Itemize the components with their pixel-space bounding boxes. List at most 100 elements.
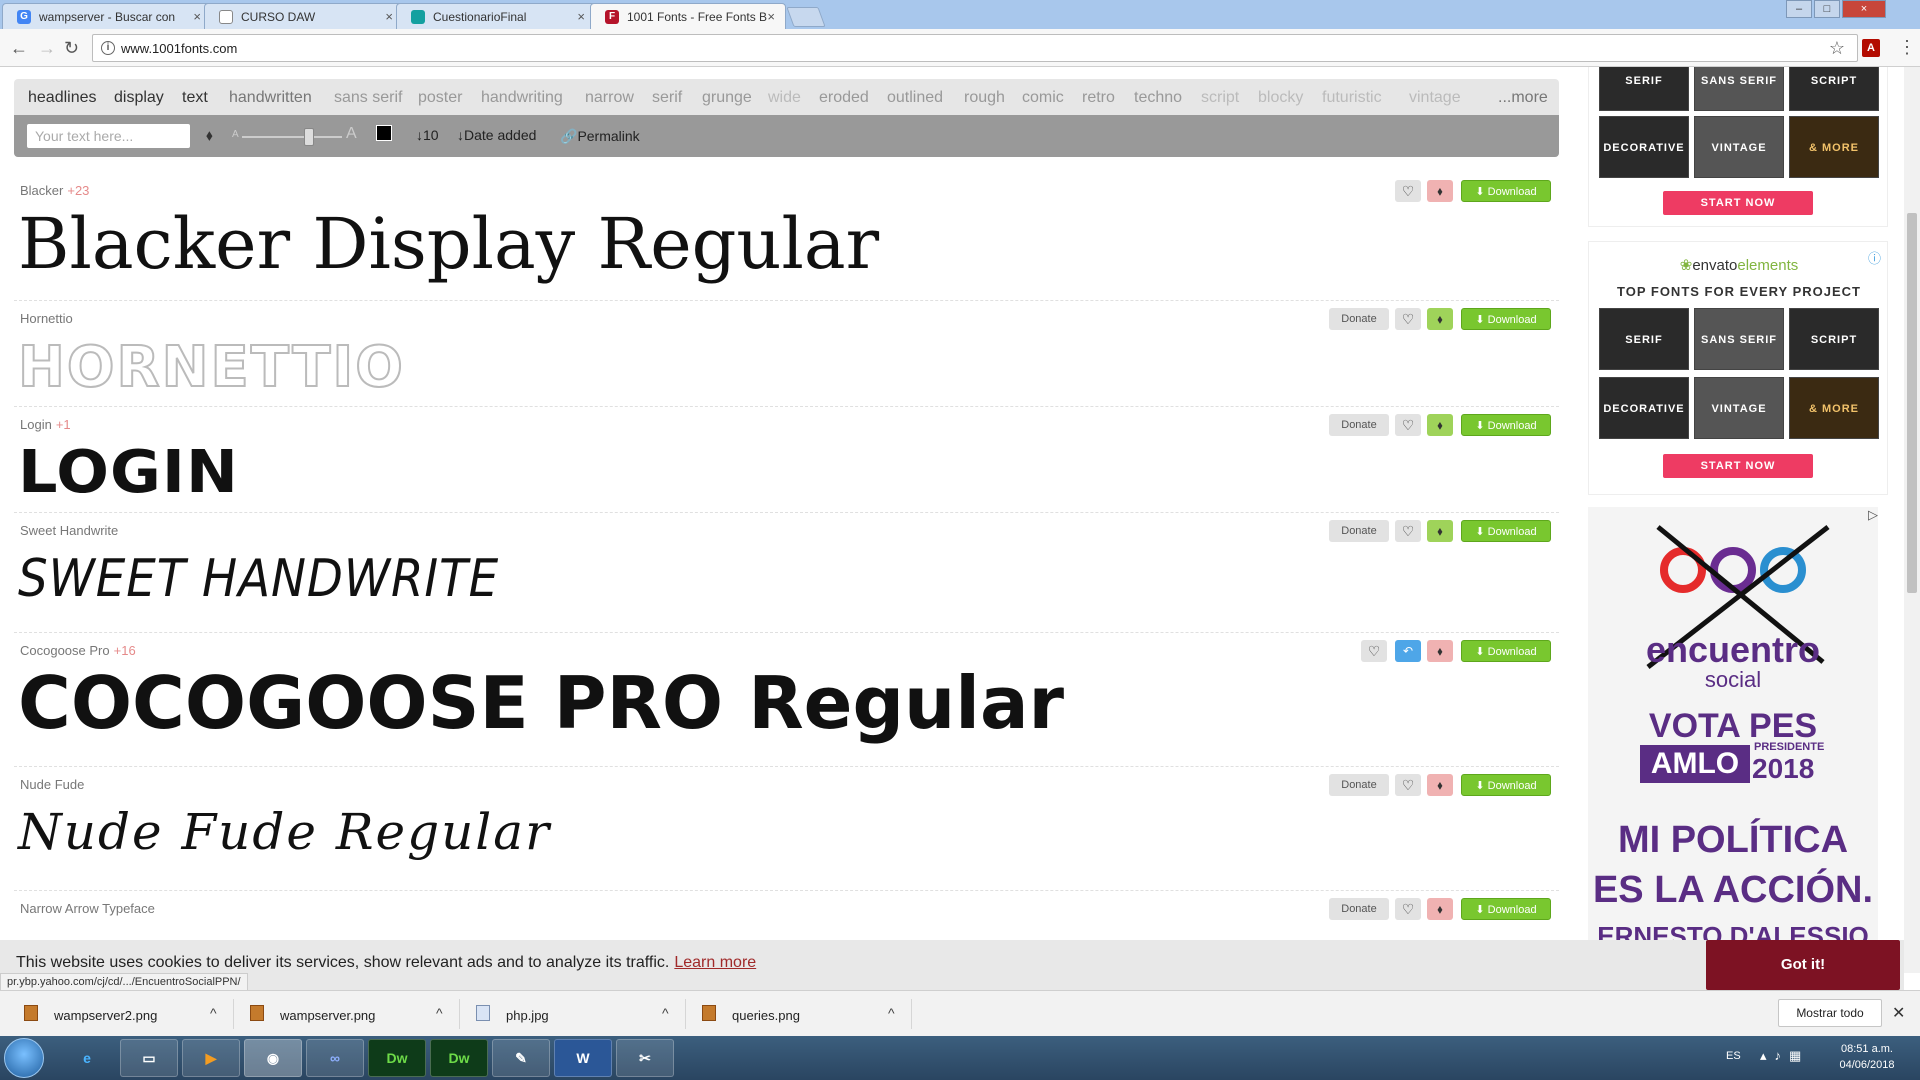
chevron-up-icon[interactable]: ^ (888, 1005, 895, 1021)
font-preview[interactable]: COCOGOOSE PRO Regular (18, 661, 1064, 745)
ad-tile[interactable]: DECORATIVE (1599, 116, 1689, 178)
tag-button-icon[interactable]: ⬧ (1427, 640, 1453, 662)
per-page-count[interactable]: ↓10 (416, 127, 439, 143)
category-link[interactable]: blocky (1258, 89, 1303, 107)
heart-icon[interactable]: ♡ (1395, 308, 1421, 330)
file-explorer-icon[interactable]: ▭ (120, 1039, 178, 1077)
heart-icon[interactable]: ♡ (1395, 520, 1421, 542)
download-button[interactable]: ⬇ Download (1461, 180, 1551, 202)
category-link[interactable]: display (114, 89, 164, 107)
dreamweaver-icon[interactable]: Dw (430, 1039, 488, 1077)
link-app-icon[interactable]: ∞ (306, 1039, 364, 1077)
start-now-button[interactable]: START NOW (1663, 454, 1813, 478)
got-it-button[interactable]: Got it! (1706, 940, 1900, 990)
category-link[interactable]: serif (652, 89, 682, 107)
forward-icon[interactable]: → (38, 38, 56, 59)
heart-icon[interactable]: ♡ (1395, 180, 1421, 202)
show-all-downloads-button[interactable]: Mostrar todo (1778, 999, 1882, 1027)
tag-button-icon[interactable]: ⬧ (1427, 898, 1453, 920)
category-link[interactable]: vintage (1409, 89, 1461, 107)
chevron-up-icon[interactable]: ^ (662, 1005, 669, 1021)
download-button[interactable]: ⬇ Download (1461, 414, 1551, 436)
paint-icon[interactable]: ✎ (492, 1039, 550, 1077)
category-link[interactable]: headlines (28, 89, 97, 107)
share-icon[interactable]: ↶ (1395, 640, 1421, 662)
font-name[interactable]: Login +1 (20, 417, 71, 432)
category-link[interactable]: outlined (887, 89, 943, 107)
foreground-color-swatch[interactable] (376, 125, 392, 141)
heart-icon[interactable]: ♡ (1395, 774, 1421, 796)
category-link[interactable]: wide (768, 89, 801, 107)
font-preview[interactable]: HORNETTIO (17, 334, 405, 401)
category-link[interactable]: rough (964, 89, 1005, 107)
category-link[interactable]: script (1201, 89, 1239, 107)
envato-ad-top[interactable]: SERIF SANS SERIF SCRIPT DECORATIVE VINTA… (1588, 67, 1888, 227)
font-preview[interactable]: LOGIN (18, 437, 239, 506)
heart-icon[interactable]: ♡ (1395, 898, 1421, 920)
ad-tile[interactable]: & MORE (1789, 377, 1879, 439)
font-name[interactable]: Blacker +23 (20, 183, 89, 198)
ad-tile[interactable]: VINTAGE (1694, 377, 1784, 439)
preview-text-input[interactable] (27, 124, 190, 148)
download-filename[interactable]: queries.png (732, 1008, 800, 1023)
tab-1001fonts[interactable]: F 1001 Fonts - Free Fonts B × (590, 3, 786, 29)
font-name[interactable]: Hornettio (20, 311, 73, 326)
font-size-slider[interactable] (242, 128, 342, 146)
download-button[interactable]: ⬇ Download (1461, 898, 1551, 920)
tag-button-icon[interactable]: ⬧ (1427, 180, 1453, 202)
scroll-thumb[interactable] (1907, 213, 1917, 593)
tab-curso-daw[interactable]: CURSO DAW × (204, 3, 404, 29)
url-text[interactable]: www.1001fonts.com (121, 41, 237, 56)
sort-date-added[interactable]: ↓Date added (457, 127, 536, 143)
ad-tile[interactable]: SCRIPT (1789, 67, 1879, 111)
font-preview[interactable]: Blacker Display Regular (18, 203, 879, 285)
system-clock[interactable]: 08:51 a.m. 04/06/2018 (1832, 1041, 1902, 1073)
category-link[interactable]: text (182, 89, 208, 107)
new-tab-button[interactable] (786, 7, 826, 27)
donate-button[interactable]: Donate (1329, 774, 1389, 796)
category-link[interactable]: poster (418, 89, 462, 107)
ad-tile[interactable]: SERIF (1599, 67, 1689, 111)
close-icon[interactable]: × (193, 9, 201, 24)
donate-button[interactable]: Donate (1329, 308, 1389, 330)
tray-icons[interactable]: ▴♪▦ (1760, 1048, 1809, 1064)
tab-wampserver[interactable]: G wampserver - Buscar con × (2, 3, 212, 29)
back-icon[interactable]: ← (10, 38, 28, 59)
internet-explorer-icon[interactable]: e (58, 1039, 116, 1077)
category-link[interactable]: comic (1022, 89, 1064, 107)
tag-button-icon[interactable]: ⬧ (1427, 308, 1453, 330)
color-picker[interactable] (376, 125, 402, 151)
heart-icon[interactable]: ♡ (1361, 640, 1387, 662)
reload-icon[interactable]: ↻ (64, 38, 79, 59)
download-button[interactable]: ⬇ Download (1461, 520, 1551, 542)
donate-button[interactable]: Donate (1329, 414, 1389, 436)
ad-tile[interactable]: SERIF (1599, 308, 1689, 370)
download-filename[interactable]: php.jpg (506, 1008, 549, 1023)
adchoices-icon[interactable]: ▷ (1868, 507, 1878, 523)
start-now-button[interactable]: START NOW (1663, 191, 1813, 215)
political-ad[interactable]: ▷ encuentro social VOTA PES AMLO PRESIDE… (1588, 507, 1878, 973)
media-player-icon[interactable]: ▶ (182, 1039, 240, 1077)
permalink-link[interactable]: 🔗Permalink (560, 128, 640, 145)
more-categories-link[interactable]: ...more (1498, 89, 1548, 107)
category-link[interactable]: eroded (819, 89, 869, 107)
chevron-up-icon[interactable]: ^ (210, 1005, 217, 1021)
font-name[interactable]: Sweet Handwrite (20, 523, 118, 538)
download-item[interactable]: queries.png ^ (692, 999, 912, 1029)
bookmark-star-icon[interactable]: ☆ (1829, 38, 1845, 59)
category-link[interactable]: sans serif (334, 89, 402, 107)
windows-start-icon[interactable] (4, 1038, 44, 1078)
download-filename[interactable]: wampserver.png (280, 1008, 375, 1023)
category-link[interactable]: handwritten (229, 89, 312, 107)
download-button[interactable]: ⬇ Download (1461, 774, 1551, 796)
download-item[interactable]: wampserver2.png ^ (14, 999, 234, 1029)
ad-tile[interactable]: SANS SERIF (1694, 308, 1784, 370)
category-link[interactable]: grunge (702, 89, 752, 107)
category-link[interactable]: narrow (585, 89, 634, 107)
download-button[interactable]: ⬇ Download (1461, 308, 1551, 330)
heart-icon[interactable]: ♡ (1395, 414, 1421, 436)
tag-button-icon[interactable]: ⬧ (1427, 520, 1453, 542)
ad-tile[interactable]: VINTAGE (1694, 116, 1784, 178)
acrobat-extension-icon[interactable]: A (1862, 39, 1880, 57)
donate-button[interactable]: Donate (1329, 520, 1389, 542)
